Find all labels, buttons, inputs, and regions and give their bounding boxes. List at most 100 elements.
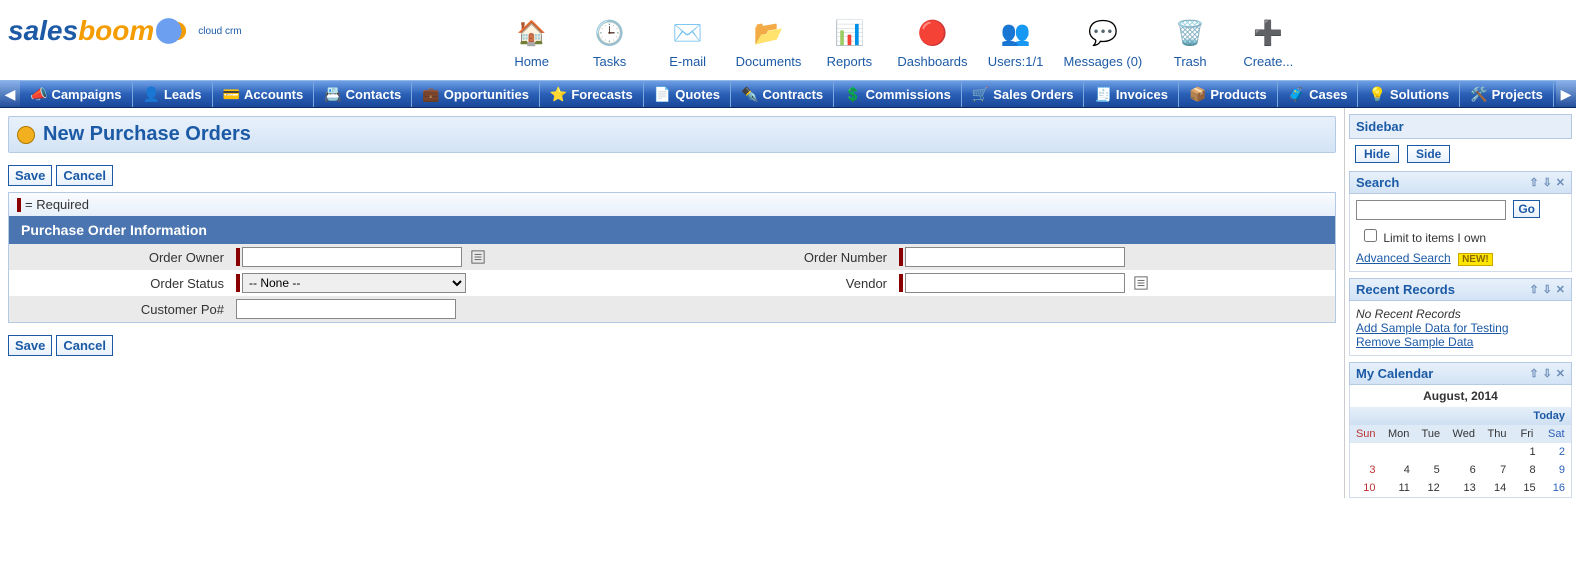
toolbar-home[interactable]: 🏠Home: [502, 16, 562, 69]
cal-cell[interactable]: 15: [1512, 479, 1541, 497]
cal-cell[interactable]: [1446, 443, 1482, 461]
panel-close-icon[interactable]: ✕: [1556, 176, 1565, 189]
toolbar-tasks-label: Tasks: [593, 54, 626, 69]
panel-down-icon[interactable]: ⇩: [1543, 176, 1552, 189]
tab-contracts[interactable]: ✒️Contracts: [731, 81, 834, 107]
tab-quotes[interactable]: 📄Quotes: [644, 81, 731, 107]
tab-products[interactable]: 📦Products: [1179, 81, 1278, 107]
toolbar-email[interactable]: ✉️E-mail: [658, 16, 718, 69]
toolbar-documents[interactable]: 📂Documents: [736, 16, 802, 69]
cal-cell[interactable]: 8: [1512, 461, 1541, 479]
tab-campaigns[interactable]: 📣Campaigns: [20, 81, 133, 107]
sidebar-search-head: Search ⇧⇩✕: [1349, 171, 1572, 194]
sidebar-recent-head: Recent Records ⇧ ⇩ ✕: [1349, 278, 1572, 301]
cal-cell[interactable]: 12: [1416, 479, 1446, 497]
panel-up-icon[interactable]: ⇧: [1529, 283, 1538, 296]
cal-cell[interactable]: 11: [1381, 479, 1415, 497]
panel-close-icon[interactable]: ✕: [1556, 283, 1565, 296]
required-mark-icon: [236, 274, 240, 292]
customer-po-input[interactable]: [236, 299, 456, 319]
cancel-button-bottom[interactable]: Cancel: [56, 335, 113, 356]
vendor-input[interactable]: [905, 273, 1125, 293]
cal-cell[interactable]: 14: [1482, 479, 1513, 497]
add-sample-data-link[interactable]: Add Sample Data for Testing: [1356, 321, 1509, 335]
logo[interactable]: salesboom cloud crm: [8, 4, 242, 52]
cal-cell[interactable]: 7: [1482, 461, 1513, 479]
search-input[interactable]: [1356, 200, 1506, 220]
cal-cell[interactable]: 2: [1542, 443, 1571, 461]
sidebar-side-button[interactable]: Side: [1407, 145, 1450, 163]
create-icon: ➕: [1251, 16, 1285, 50]
cancel-button-top[interactable]: Cancel: [56, 165, 113, 186]
tab-sales-orders-label: Sales Orders: [993, 87, 1073, 102]
tab-commissions[interactable]: 💲Commissions: [834, 81, 962, 107]
toolbar-users[interactable]: 👥Users:1/1: [986, 16, 1046, 69]
cal-cell[interactable]: 9: [1542, 461, 1571, 479]
tab-invoices[interactable]: 🧾Invoices: [1084, 81, 1178, 107]
cal-cell[interactable]: [1350, 443, 1381, 461]
toolbar-messages[interactable]: 💬Messages (0): [1064, 16, 1143, 69]
cal-cell[interactable]: [1381, 443, 1415, 461]
tab-projects-label: Projects: [1492, 87, 1543, 102]
tab-accounts[interactable]: 💳Accounts: [213, 81, 315, 107]
toolbar-create[interactable]: ➕ Create...: [1238, 16, 1298, 69]
cal-cell[interactable]: 1: [1512, 443, 1541, 461]
tab-projects[interactable]: 🛠️ Projects: [1460, 81, 1554, 107]
toolbar-dashboards[interactable]: 🔴Dashboards: [897, 16, 967, 69]
tab-solutions[interactable]: 💡Solutions: [1358, 81, 1460, 107]
toolbar-trash[interactable]: 🗑️Trash: [1160, 16, 1220, 69]
panel-down-icon[interactable]: ⇩: [1543, 283, 1552, 296]
toolbar-reports[interactable]: 📊Reports: [819, 16, 879, 69]
nav-scroll-left[interactable]: ◀: [0, 81, 20, 107]
sidebar-hide-button[interactable]: Hide: [1355, 145, 1399, 163]
cal-cell[interactable]: [1482, 443, 1513, 461]
vendor-lookup-icon[interactable]: [1133, 275, 1149, 291]
tab-cases[interactable]: 🧳Cases: [1278, 81, 1359, 107]
tab-opportunities-label: Opportunities: [444, 87, 529, 102]
calendar-month: August, 2014: [1350, 385, 1571, 407]
cal-cell[interactable]: 4: [1381, 461, 1415, 479]
cal-cell[interactable]: [1416, 443, 1446, 461]
tab-contacts[interactable]: 📇Contacts: [314, 81, 412, 107]
projects-icon: 🛠️: [1470, 86, 1487, 103]
cal-cell[interactable]: 3: [1350, 461, 1381, 479]
sidebar-calendar-body: August, 2014 Today Sun Mon Tue Wed Thu F…: [1349, 385, 1572, 498]
panel-close-icon[interactable]: ✕: [1556, 367, 1565, 380]
order-owner-input[interactable]: [242, 247, 462, 267]
order-number-input[interactable]: [905, 247, 1125, 267]
nav-scroll-right[interactable]: ▶: [1556, 81, 1576, 107]
required-bar-icon: [17, 198, 21, 212]
required-note-text: = Required: [25, 197, 89, 212]
panel-up-icon[interactable]: ⇧: [1529, 176, 1538, 189]
sidebar-search-body: Go Limit to items I own Advanced Search …: [1349, 194, 1572, 272]
cal-cell[interactable]: 6: [1446, 461, 1482, 479]
tab-forecasts[interactable]: ⭐Forecasts: [540, 81, 644, 107]
page-title-icon: [17, 126, 35, 144]
sidebar-recent-title: Recent Records: [1356, 282, 1455, 297]
order-owner-lookup-icon[interactable]: [470, 249, 486, 265]
cal-cell[interactable]: 10: [1350, 479, 1381, 497]
save-button-top[interactable]: Save: [8, 165, 52, 186]
main-content: New Purchase Orders Save Cancel = Requir…: [0, 108, 1344, 362]
search-limit-label[interactable]: Limit to items I own: [1360, 226, 1565, 245]
tab-products-label: Products: [1210, 87, 1266, 102]
search-go-button[interactable]: Go: [1513, 200, 1540, 218]
tab-leads[interactable]: 👤Leads: [133, 81, 213, 107]
advanced-search-link[interactable]: Advanced Search: [1356, 251, 1451, 265]
toolbar-create-label: Create...: [1243, 54, 1293, 69]
panel-up-icon[interactable]: ⇧: [1529, 367, 1538, 380]
required-mark-icon: [899, 248, 903, 266]
cal-cell[interactable]: 16: [1542, 479, 1571, 497]
cal-cell[interactable]: 5: [1416, 461, 1446, 479]
remove-sample-data-link[interactable]: Remove Sample Data: [1356, 335, 1473, 349]
search-limit-checkbox[interactable]: [1364, 229, 1377, 242]
cal-cell[interactable]: 13: [1446, 479, 1482, 497]
panel-down-icon[interactable]: ⇩: [1543, 367, 1552, 380]
save-button-bottom[interactable]: Save: [8, 335, 52, 356]
order-status-select[interactable]: -- None --: [242, 273, 466, 293]
cal-day-tue: Tue: [1416, 425, 1446, 443]
tab-opportunities[interactable]: 💼Opportunities: [412, 81, 540, 107]
toolbar-tasks[interactable]: 🕒Tasks: [580, 16, 640, 69]
tab-sales-orders[interactable]: 🛒Sales Orders: [962, 81, 1085, 107]
calendar-today-button[interactable]: Today: [1350, 407, 1571, 425]
